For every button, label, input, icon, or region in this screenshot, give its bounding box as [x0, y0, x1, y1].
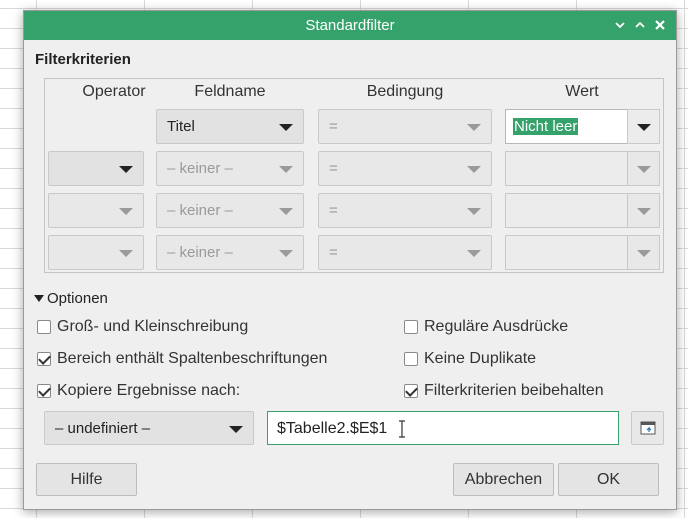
condition-select-1-value: =	[329, 118, 338, 135]
regex-checkbox[interactable]	[404, 320, 418, 334]
ok-button[interactable]: OK	[558, 463, 659, 496]
operator-select-3[interactable]	[48, 193, 144, 228]
copy-results-option[interactable]: Kopiere Ergebnisse nach:	[37, 382, 240, 400]
value-header: Wert	[565, 83, 599, 100]
chevron-down-icon	[119, 166, 133, 173]
regex-option[interactable]: Reguläre Ausdrücke	[404, 318, 568, 336]
condition-select-2-value: =	[329, 160, 338, 177]
condition-select-2[interactable]: =	[318, 151, 492, 186]
chevron-down-icon	[279, 250, 293, 257]
copy-target-select[interactable]: – undefiniert –	[44, 411, 254, 445]
chevron-down-icon	[637, 250, 651, 257]
help-button[interactable]: Hilfe	[36, 463, 137, 496]
case-sensitive-label: Groß- und Kleinschreibung	[57, 318, 249, 335]
field-select-3[interactable]: – keiner –	[156, 193, 304, 228]
field-select-2[interactable]: – keiner –	[156, 151, 304, 186]
case-sensitive-checkbox[interactable]	[37, 320, 51, 334]
standard-filter-dialog: Standardfilter Filterkriterien Operator …	[23, 10, 677, 510]
no-duplicates-option[interactable]: Keine Duplikate	[404, 350, 536, 368]
chevron-down-icon	[119, 208, 133, 215]
chevron-down-icon	[467, 250, 481, 257]
chevron-down-icon	[637, 166, 651, 173]
condition-select-3-value: =	[329, 202, 338, 219]
operator-select-4[interactable]	[48, 235, 144, 270]
value-input-3[interactable]	[505, 193, 628, 228]
text-cursor-icon	[398, 420, 406, 442]
condition-select-4[interactable]: =	[318, 235, 492, 270]
value-dropdown-3[interactable]	[627, 193, 660, 228]
regex-label: Reguläre Ausdrücke	[424, 318, 569, 335]
field-select-4[interactable]: – keiner –	[156, 235, 304, 270]
chevron-down-icon	[467, 124, 481, 131]
chevron-down-icon	[467, 208, 481, 215]
field-select-3-value: – keiner –	[167, 202, 233, 219]
condition-select-4-value: =	[329, 244, 338, 261]
keep-criteria-checkbox[interactable]	[404, 384, 418, 398]
field-header: Feldname	[194, 83, 266, 100]
keep-criteria-label: Filterkriterien beibehalten	[424, 382, 604, 399]
maximize-icon[interactable]	[630, 15, 650, 35]
chevron-down-icon	[467, 166, 481, 173]
chevron-down-icon	[637, 124, 651, 131]
no-duplicates-label: Keine Duplikate	[424, 350, 537, 367]
case-sensitive-option[interactable]: Groß- und Kleinschreibung	[37, 318, 248, 336]
chevron-down-icon	[279, 166, 293, 173]
value-input-1[interactable]: Nicht leer	[505, 109, 628, 144]
operator-select-2[interactable]	[48, 151, 144, 186]
chevron-down-icon	[229, 426, 243, 433]
value-input-2[interactable]	[505, 151, 628, 186]
close-icon[interactable]	[650, 15, 670, 35]
has-headers-checkbox[interactable]	[37, 352, 51, 366]
field-select-2-value: – keiner –	[167, 160, 233, 177]
copy-target-input-value: $Tabelle2.$E$1	[277, 420, 388, 437]
shrink-dialog-button[interactable]	[631, 411, 664, 445]
value-dropdown-2[interactable]	[627, 151, 660, 186]
field-select-1-value: Titel	[167, 118, 195, 135]
chevron-down-icon	[119, 250, 133, 257]
field-select-4-value: – keiner –	[167, 244, 233, 261]
chevron-down-icon	[279, 208, 293, 215]
triangle-down-icon	[34, 295, 44, 302]
no-duplicates-checkbox[interactable]	[404, 352, 418, 366]
value-dropdown-4[interactable]	[627, 235, 660, 270]
value-dropdown-1[interactable]	[627, 109, 660, 144]
value-input-1-text: Nicht leer	[513, 118, 579, 135]
options-expander[interactable]: Optionen	[34, 290, 108, 307]
dialog-title: Standardfilter	[305, 17, 395, 34]
has-headers-label: Bereich enthält Spaltenbeschriftungen	[57, 350, 328, 367]
cancel-button[interactable]: Abbrechen	[453, 463, 554, 496]
has-headers-option[interactable]: Bereich enthält Spaltenbeschriftungen	[37, 350, 327, 368]
shrink-icon	[640, 421, 655, 435]
title-bar[interactable]: Standardfilter	[24, 11, 676, 40]
keep-criteria-option[interactable]: Filterkriterien beibehalten	[404, 382, 604, 400]
value-input-4[interactable]	[505, 235, 628, 270]
operator-header: Operator	[82, 83, 146, 100]
minimize-icon[interactable]	[610, 15, 630, 35]
copy-results-label: Kopiere Ergebnisse nach:	[57, 382, 241, 399]
options-label: Optionen	[47, 290, 108, 307]
filter-criteria-title: Filterkriterien	[35, 51, 131, 68]
chevron-down-icon	[637, 208, 651, 215]
condition-header: Bedingung	[366, 83, 444, 100]
copy-target-select-value: – undefiniert –	[55, 420, 151, 437]
condition-select-3[interactable]: =	[318, 193, 492, 228]
field-select-1[interactable]: Titel	[156, 109, 304, 144]
condition-select-1[interactable]: =	[318, 109, 492, 144]
copy-target-input[interactable]: $Tabelle2.$E$1	[267, 411, 619, 445]
chevron-down-icon	[279, 124, 293, 131]
copy-results-checkbox[interactable]	[37, 384, 51, 398]
